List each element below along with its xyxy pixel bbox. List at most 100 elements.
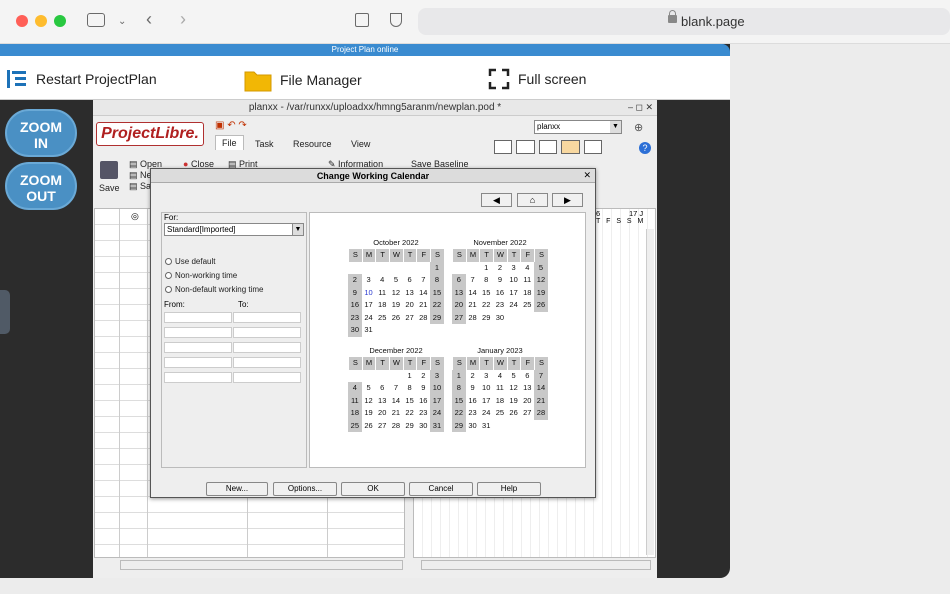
month-calendar[interactable]: January 2023 S M T W T F S 1 2 3 4 5 6 7 8 9 10 11 12 13 14 15… bbox=[452, 345, 548, 432]
cancel-button[interactable]: Cancel bbox=[409, 482, 473, 496]
day-cell[interactable]: 17 bbox=[362, 299, 376, 312]
window-controls[interactable]: – ◻ ✕ bbox=[628, 102, 653, 113]
day-cell[interactable]: 28 bbox=[466, 312, 480, 325]
day-cell[interactable]: 20 bbox=[375, 407, 389, 420]
help-icon[interactable]: ? bbox=[639, 142, 651, 154]
day-cell[interactable]: 15 bbox=[403, 395, 417, 408]
day-cell[interactable]: 22 bbox=[403, 407, 417, 420]
day-cell[interactable]: 6 bbox=[375, 382, 389, 395]
resource-view-icon[interactable] bbox=[538, 140, 558, 154]
day-cell[interactable]: 26 bbox=[507, 407, 521, 420]
blank-view-icon[interactable] bbox=[583, 140, 603, 154]
day-cell[interactable]: 30 bbox=[493, 312, 507, 325]
day-cell[interactable]: 12 bbox=[389, 287, 403, 300]
day-cell[interactable]: 2 bbox=[416, 370, 430, 383]
day-cell[interactable]: 4 bbox=[520, 262, 534, 275]
day-cell[interactable]: 12 bbox=[507, 382, 521, 395]
day-cell[interactable]: 28 bbox=[534, 407, 548, 420]
day-cell[interactable]: 17 bbox=[479, 395, 493, 408]
day-cell[interactable]: 26 bbox=[534, 299, 548, 312]
day-cell[interactable]: 3 bbox=[362, 274, 376, 287]
network-view-icon[interactable] bbox=[516, 140, 535, 154]
day-cell[interactable]: 19 bbox=[534, 286, 548, 299]
zoom-out-button[interactable]: ZOOM OUT bbox=[5, 162, 77, 210]
day-cell[interactable]: 9 bbox=[493, 274, 507, 287]
day-cell[interactable]: 30 bbox=[348, 324, 362, 337]
to-field-4[interactable] bbox=[233, 357, 301, 368]
day-cell[interactable]: 25 bbox=[348, 419, 362, 432]
day-cell[interactable]: 30 bbox=[466, 420, 480, 433]
address-bar[interactable]: blank.page bbox=[418, 8, 950, 35]
day-cell[interactable]: 25 bbox=[493, 407, 507, 420]
save-label[interactable]: Save bbox=[99, 183, 120, 193]
to-field-2[interactable] bbox=[233, 327, 301, 338]
day-cell[interactable]: 13 bbox=[520, 382, 534, 395]
table-hscroll[interactable] bbox=[120, 560, 403, 570]
day-cell[interactable]: 5 bbox=[389, 274, 403, 287]
sidebar-toggle-icon[interactable] bbox=[87, 13, 105, 27]
prev-month-button[interactable]: ◀ bbox=[481, 193, 512, 207]
ok-button[interactable]: OK bbox=[341, 482, 405, 496]
new-button[interactable]: New... bbox=[206, 482, 268, 496]
day-cell[interactable]: 16 bbox=[466, 395, 480, 408]
day-cell[interactable]: 3 bbox=[430, 369, 444, 382]
full-screen-button[interactable]: Full screen bbox=[488, 68, 586, 90]
usage-view-icon[interactable] bbox=[561, 140, 580, 154]
day-cell[interactable]: 17 bbox=[507, 287, 521, 300]
project-select[interactable]: planxx ▼ bbox=[534, 120, 622, 134]
day-cell[interactable]: 26 bbox=[389, 312, 403, 325]
day-cell[interactable]: 22 bbox=[479, 299, 493, 312]
close-window-button[interactable] bbox=[16, 15, 28, 27]
from-field-1[interactable] bbox=[164, 312, 232, 323]
calendar-select[interactable]: Standard[Imported] ▼ bbox=[164, 223, 304, 236]
day-cell[interactable]: 21 bbox=[466, 299, 480, 312]
day-cell[interactable]: 19 bbox=[507, 395, 521, 408]
new-button-partial[interactable]: ▤ Ne bbox=[129, 170, 152, 181]
month-calendar[interactable]: November 2022 S M T W T F S 1 2 3 4 5 6 7 8 9 10 11 12 13 14 1… bbox=[452, 237, 548, 324]
day-cell[interactable]: 14 bbox=[416, 287, 430, 300]
day-cell[interactable]: 2 bbox=[348, 274, 362, 287]
day-cell[interactable]: 9 bbox=[348, 286, 362, 299]
day-cell[interactable]: 7 bbox=[466, 274, 480, 287]
day-cell[interactable]: 15 bbox=[479, 287, 493, 300]
zoom-in-button[interactable]: ZOOM IN bbox=[5, 109, 77, 157]
day-cell[interactable]: 25 bbox=[375, 312, 389, 325]
restart-button[interactable]: Restart ProjectPlan bbox=[6, 68, 157, 90]
day-cell[interactable]: 10 bbox=[507, 274, 521, 287]
day-cell[interactable]: 1 bbox=[403, 370, 417, 383]
side-handle[interactable] bbox=[0, 290, 10, 334]
day-cell[interactable]: 10 bbox=[479, 382, 493, 395]
home-icon[interactable]: ⌂ bbox=[517, 193, 548, 207]
menu-file[interactable]: File bbox=[215, 135, 244, 150]
day-cell[interactable]: 11 bbox=[493, 382, 507, 395]
day-cell[interactable]: 22 bbox=[430, 299, 444, 312]
day-cell[interactable]: 31 bbox=[430, 419, 444, 432]
day-cell[interactable]: 31 bbox=[479, 420, 493, 433]
from-field-4[interactable] bbox=[164, 357, 232, 368]
day-cell[interactable]: 12 bbox=[362, 395, 376, 408]
file-manager-button[interactable]: File Manager bbox=[244, 68, 362, 92]
reader-icon[interactable] bbox=[355, 13, 369, 27]
day-cell[interactable]: 29 bbox=[430, 311, 444, 324]
next-month-button[interactable]: ▶ bbox=[552, 193, 583, 207]
gantt-hscroll[interactable] bbox=[421, 560, 651, 570]
day-cell[interactable]: 13 bbox=[375, 395, 389, 408]
gantt-view-icon[interactable] bbox=[494, 140, 513, 154]
day-cell[interactable]: 4 bbox=[493, 370, 507, 383]
day-cell[interactable]: 4 bbox=[375, 274, 389, 287]
day-cell[interactable]: 8 bbox=[479, 274, 493, 287]
day-cell[interactable]: 20 bbox=[403, 299, 417, 312]
day-cell[interactable]: 23 bbox=[416, 407, 430, 420]
day-cell[interactable]: 20 bbox=[520, 395, 534, 408]
day-cell[interactable]: 2 bbox=[466, 370, 480, 383]
day-cell[interactable]: 15 bbox=[452, 394, 466, 407]
day-cell[interactable]: 24 bbox=[362, 312, 376, 325]
save-icon[interactable] bbox=[100, 161, 118, 179]
day-cell[interactable]: 1 bbox=[479, 262, 493, 275]
day-cell[interactable]: 19 bbox=[362, 407, 376, 420]
non-default-working-time-radio[interactable]: Non-default working time bbox=[165, 285, 263, 294]
day-cell[interactable]: 26 bbox=[362, 420, 376, 433]
day-cell[interactable]: 21 bbox=[416, 299, 430, 312]
day-cell[interactable]: 13 bbox=[403, 287, 417, 300]
day-cell[interactable]: 6 bbox=[452, 274, 466, 287]
